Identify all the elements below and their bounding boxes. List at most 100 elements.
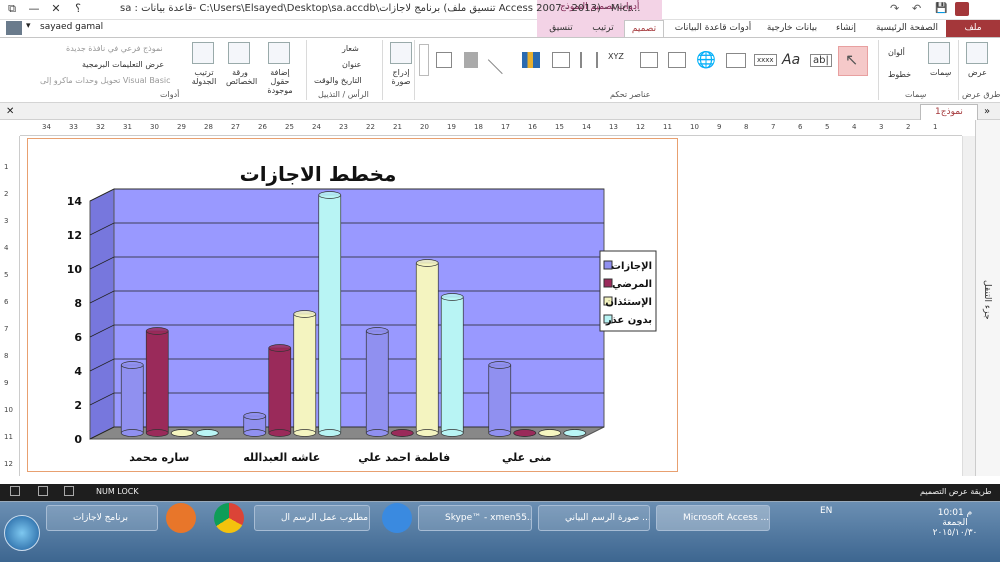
taskbar-item-firefox[interactable]: مطلوب عمل الرسم ال... bbox=[254, 505, 370, 531]
taskbar-item-skype[interactable]: Skype™ - xmen55... bbox=[418, 505, 532, 531]
user-dropdown-icon[interactable]: ▾ bbox=[26, 21, 31, 31]
chrome-icon[interactable] bbox=[214, 503, 244, 533]
web-browser-icon[interactable] bbox=[668, 52, 686, 68]
clock-day: الجمعة bbox=[942, 518, 968, 528]
chart-control-icon[interactable] bbox=[522, 52, 540, 68]
help-button[interactable]: ؟ bbox=[66, 0, 90, 18]
bar-cap bbox=[513, 429, 537, 437]
button-control-icon[interactable]: xxxx bbox=[754, 54, 777, 66]
legend-label: الإجازات bbox=[611, 261, 652, 272]
tab-control-icon[interactable] bbox=[726, 53, 746, 68]
view-code-button[interactable]: عرض التعليمات البرمجية bbox=[82, 60, 164, 69]
status-bar: طريقة عرض التصميم NUM LOCK bbox=[0, 484, 1000, 501]
bar bbox=[293, 313, 317, 434]
bar-cap bbox=[195, 429, 219, 437]
hyperlink-icon[interactable]: 🌐 bbox=[696, 50, 716, 69]
x-tick-label: منى علي bbox=[502, 451, 551, 464]
property-sheet-icon[interactable] bbox=[228, 42, 250, 64]
separator bbox=[382, 40, 383, 100]
tab-arrange[interactable]: ترتيب bbox=[584, 20, 622, 37]
tab-home[interactable]: الصفحة الرئيسية bbox=[870, 20, 944, 37]
listbox-icon[interactable] bbox=[436, 52, 452, 68]
clock[interactable]: 10:01 م الجمعة ٢٠١٥/١٠/٣٠ bbox=[930, 508, 980, 538]
tab-external-data[interactable]: بيانات خارجية bbox=[760, 20, 824, 37]
legend-label: بدون عذر bbox=[605, 315, 652, 326]
bar-base bbox=[120, 429, 144, 437]
date-time-button[interactable]: التاريخ والوقت bbox=[314, 76, 362, 85]
tab-order-icon[interactable] bbox=[192, 42, 214, 64]
expand-nav-icon[interactable]: » bbox=[984, 106, 990, 117]
media-player-icon[interactable] bbox=[166, 503, 196, 533]
tools-group-label: أدوات bbox=[160, 90, 180, 99]
add-existing-fields-label[interactable]: إضافة حقول موجودة bbox=[262, 68, 298, 95]
themes-icon[interactable] bbox=[928, 42, 950, 64]
tab-file[interactable]: ملف bbox=[946, 20, 1000, 37]
ruler-tick-label: 3 bbox=[879, 123, 884, 131]
restore-icon[interactable]: ⧉ bbox=[0, 0, 24, 18]
bar-cap bbox=[120, 361, 144, 369]
bar-base bbox=[365, 429, 389, 437]
taskbar-item-image[interactable]: صورة الرسم البياني ... bbox=[538, 505, 650, 531]
logo-button[interactable]: شعار bbox=[342, 44, 359, 53]
ruler-tick-label: 22 bbox=[366, 123, 375, 131]
ruler-tick-label: 24 bbox=[312, 123, 321, 131]
toggle-button-icon[interactable] bbox=[464, 52, 478, 68]
title-button[interactable]: عنوان bbox=[342, 60, 361, 69]
y-tick-label: 8 bbox=[74, 297, 82, 310]
status-view-text: طريقة عرض التصميم bbox=[920, 487, 992, 496]
layout-view-icon[interactable] bbox=[38, 486, 48, 496]
label-control-icon[interactable]: Aa bbox=[782, 52, 800, 68]
add-existing-fields-icon[interactable] bbox=[268, 42, 290, 64]
ruler-tick-label: 29 bbox=[177, 123, 186, 131]
close-document-icon[interactable]: ✕ bbox=[6, 106, 14, 117]
bar-cap bbox=[538, 429, 562, 437]
design-view-icon[interactable] bbox=[10, 486, 20, 496]
x-tick-label: ساره محمد bbox=[129, 451, 189, 464]
undo-icon[interactable]: ↶ bbox=[912, 2, 921, 15]
document-tab[interactable]: نموذج1 bbox=[920, 104, 978, 120]
tab-design[interactable]: تصميم bbox=[624, 20, 664, 37]
gallery-scroll-icon[interactable] bbox=[419, 44, 429, 76]
insert-image-label[interactable]: إدراج صورة bbox=[388, 68, 414, 86]
ruler-tick-label: 10 bbox=[690, 123, 699, 131]
insert-image-icon[interactable] bbox=[390, 42, 412, 64]
subform-new-window-button[interactable]: نموذج فرعي في نافذة جديدة bbox=[66, 44, 163, 53]
ruler-tick-label: 3 bbox=[4, 217, 9, 225]
bar-cap bbox=[268, 344, 292, 352]
textbox-control-icon[interactable]: ab| bbox=[810, 54, 832, 67]
view-button-label[interactable]: عرض bbox=[968, 68, 987, 77]
internet-explorer-icon[interactable] bbox=[382, 503, 412, 533]
start-button[interactable] bbox=[4, 515, 40, 551]
tab-format[interactable]: تنسيق bbox=[540, 20, 582, 37]
chart-object[interactable]: مخطط الاجازات 0 2 4 6 8 10 12 14 ساره محمد عاشه ال… bbox=[27, 138, 678, 472]
navigation-control-icon[interactable] bbox=[640, 52, 658, 68]
bar bbox=[488, 364, 512, 434]
combobox-icon[interactable] bbox=[552, 52, 570, 68]
taskbar-item-access[interactable]: Microsoft Access ... bbox=[656, 505, 770, 531]
themes-button-label[interactable]: سِمات bbox=[930, 68, 951, 77]
convert-macros-button[interactable]: تحويل وحدات ماكرو إلى Visual Basic bbox=[40, 76, 171, 85]
bar-cap bbox=[390, 429, 414, 437]
clock-date: ٢٠١٥/١٠/٣٠ bbox=[932, 528, 978, 538]
colors-button[interactable]: ألوان bbox=[888, 48, 905, 57]
form-view-icon[interactable] bbox=[64, 486, 74, 496]
tab-order-label[interactable]: ترتيب الجدولة bbox=[188, 68, 220, 86]
user-account[interactable]: ▾ sayaed gamal bbox=[0, 19, 120, 35]
property-sheet-label[interactable]: ورقة الخصائص bbox=[226, 68, 257, 86]
language-indicator[interactable]: EN bbox=[820, 506, 832, 516]
taskbar-item-folder[interactable]: برنامج لاجازات bbox=[46, 505, 158, 531]
ruler-tick-label: 25 bbox=[285, 123, 294, 131]
page-break-icon[interactable] bbox=[580, 52, 598, 68]
vertical-scrollbar[interactable] bbox=[962, 136, 975, 476]
bar-cap bbox=[415, 259, 439, 267]
minimize-icon[interactable]: — bbox=[22, 0, 46, 18]
tab-database-tools[interactable]: أدوات قاعدة البيانات bbox=[668, 20, 758, 37]
view-icon[interactable] bbox=[966, 42, 988, 64]
save-icon[interactable]: 💾 bbox=[935, 3, 947, 14]
redo-icon[interactable]: ↷ bbox=[890, 2, 899, 15]
x-tick-label: فاطمة احمد علي bbox=[358, 451, 450, 464]
close-icon[interactable]: ✕ bbox=[44, 0, 68, 18]
fonts-button[interactable]: خطوط bbox=[888, 70, 911, 79]
option-group-icon[interactable]: XYZ bbox=[608, 52, 624, 61]
tab-create[interactable]: إنشاء bbox=[826, 20, 866, 37]
